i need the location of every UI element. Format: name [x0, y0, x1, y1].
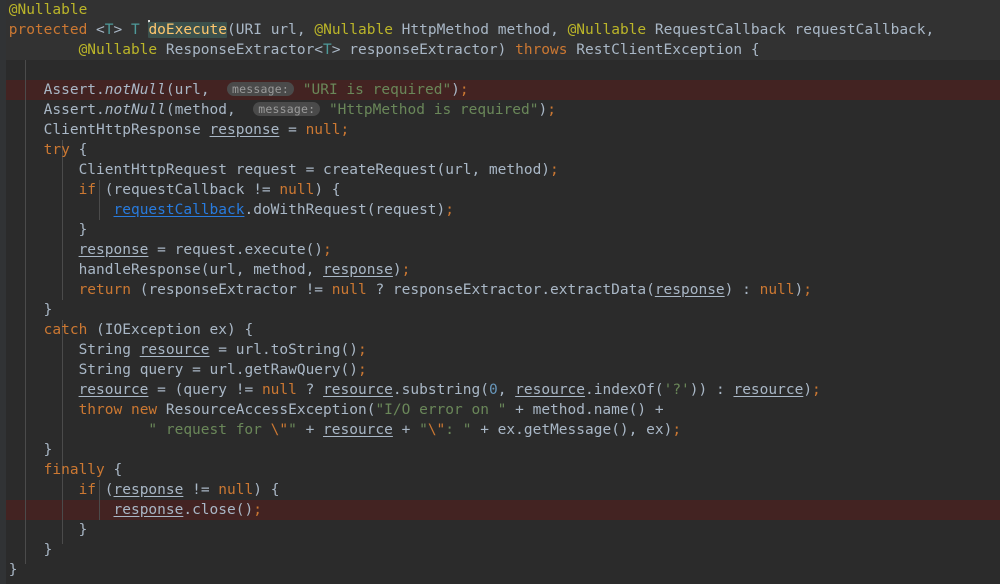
code-line[interactable]: Assert.notNull(method, message: "HttpMet… [0, 100, 1000, 120]
code-line[interactable]: @Nullable [0, 0, 1000, 20]
code-line[interactable]: finally { [0, 460, 1000, 480]
code-line[interactable]: } [0, 300, 1000, 320]
code-editor[interactable]: @Nullable protected <T> T doExecute(URI … [0, 0, 1000, 584]
code-line[interactable]: if (response != null) { [0, 480, 1000, 500]
inlay-hint-message[interactable]: message: [227, 82, 295, 96]
code-line[interactable] [0, 60, 1000, 80]
code-line[interactable]: protected <T> T doExecute(URI url, @Null… [0, 20, 1000, 40]
inlay-hint-message[interactable]: message: [253, 102, 321, 116]
annotation-token: @Nullable [8, 2, 88, 18]
code-line[interactable]: } [0, 560, 1000, 580]
code-line[interactable]: requestCallback.doWithRequest(request); [0, 200, 1000, 220]
code-line[interactable]: response = request.execute(); [0, 240, 1000, 260]
code-line[interactable]: try { [0, 140, 1000, 160]
code-line[interactable]: } [0, 220, 1000, 240]
code-line[interactable]: ClientHttpRequest request = createReques… [0, 160, 1000, 180]
code-line[interactable]: return (responseExtractor != null ? resp… [0, 280, 1000, 300]
method-name-token[interactable]: doExecute [148, 22, 228, 38]
code-line[interactable]: " request for \"" + resource + "\": " + … [0, 420, 1000, 440]
code-line[interactable]: } [0, 540, 1000, 560]
editor-gutter[interactable] [0, 0, 6, 584]
code-line[interactable]: } [0, 520, 1000, 540]
code-line[interactable]: catch (IOException ex) { [0, 320, 1000, 340]
code-line[interactable]: resource = (query != null ? resource.sub… [0, 380, 1000, 400]
code-line[interactable]: ClientHttpResponse response = null; [0, 120, 1000, 140]
code-line[interactable]: String query = url.getRawQuery(); [0, 360, 1000, 380]
code-line[interactable]: throw new ResourceAccessException("I/O e… [0, 400, 1000, 420]
code-line[interactable]: response.close(); [0, 500, 1000, 520]
code-line[interactable]: String resource = url.toString(); [0, 340, 1000, 360]
code-surface[interactable]: @Nullable protected <T> T doExecute(URI … [0, 0, 1000, 584]
code-line[interactable]: @Nullable ResponseExtractor<T> responseE… [0, 40, 1000, 60]
identifier-link-requestcallback[interactable]: requestCallback [114, 202, 245, 218]
code-line[interactable]: if (requestCallback != null) { [0, 180, 1000, 200]
code-line[interactable]: Assert.notNull(url, message: "URI is req… [0, 80, 1000, 100]
code-line[interactable]: handleResponse(url, method, response); [0, 260, 1000, 280]
code-line[interactable]: } [0, 440, 1000, 460]
